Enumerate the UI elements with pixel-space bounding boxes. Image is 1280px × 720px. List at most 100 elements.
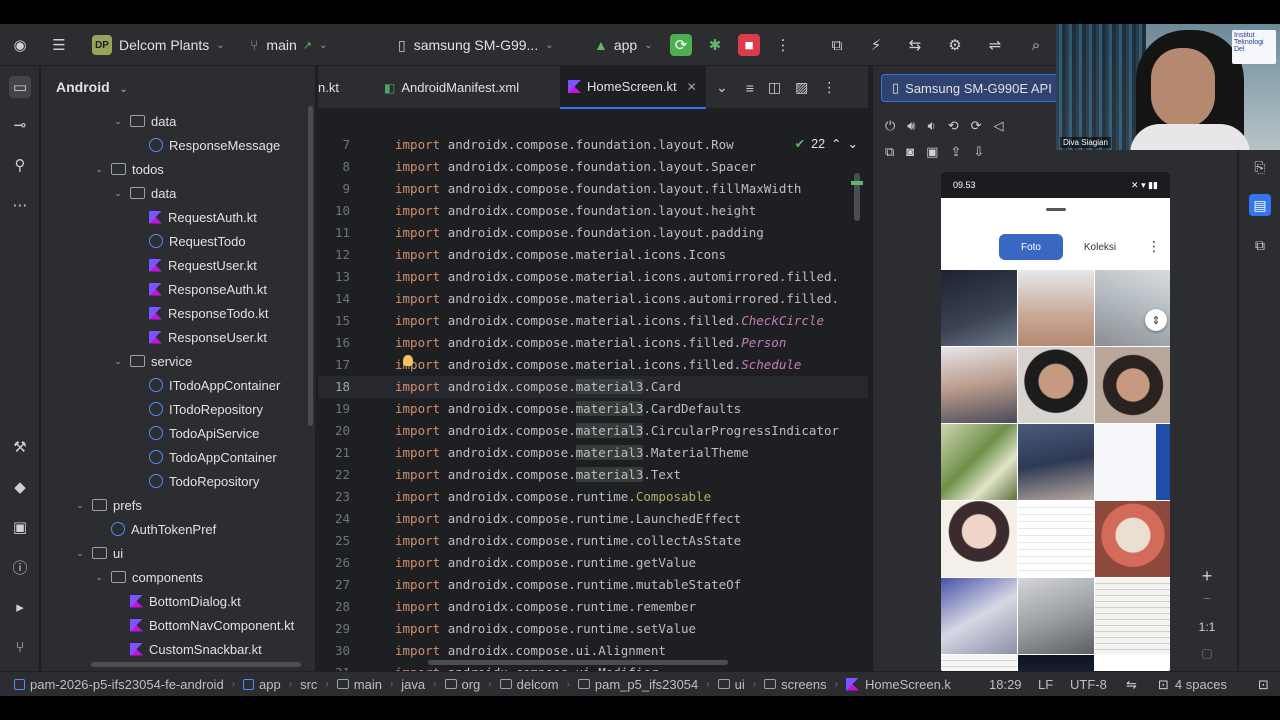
tree-file[interactable]: ResponseMessage [41, 133, 315, 157]
sdk-manager-icon[interactable]: ⇌ [984, 34, 1006, 56]
tree-file[interactable]: ResponseAuth.kt [41, 277, 315, 301]
code-line[interactable]: 8 import androidx.compose.foundation.layo… [318, 156, 868, 178]
code-line[interactable]: 12 import androidx.compose.material.icons… [318, 244, 868, 266]
zoom-in-button[interactable]: + [1195, 566, 1219, 587]
code-line[interactable]: 25 import androidx.compose.runtime.collec… [318, 530, 868, 552]
next-highlight-icon[interactable]: ⌄ [848, 136, 858, 151]
code-line[interactable]: 13 import androidx.compose.material.icons… [318, 266, 868, 288]
more-options-icon[interactable]: ⋮ [822, 79, 836, 96]
project-vertical-scrollbar[interactable] [308, 106, 313, 426]
caret-position[interactable]: 18:29 [989, 672, 1022, 696]
commit-icon[interactable]: ⊸ [9, 114, 31, 136]
project-tool-icon[interactable]: ▭ [9, 76, 31, 98]
breadcrumb-item[interactable]: main [336, 677, 382, 692]
device-selector[interactable]: ▯ samsung SM-G99... ⌄ [398, 24, 554, 66]
tab-foto[interactable]: Foto [999, 234, 1063, 260]
tab-android-manifest[interactable]: ◧ AndroidManifest.xml [380, 66, 558, 109]
branch-selector[interactable]: ⑂ main ↗ ⌄ [250, 24, 327, 66]
sync-icon[interactable]: ⇆ [904, 34, 926, 56]
code-line[interactable]: 30 import androidx.compose.ui.Alignment [318, 640, 868, 662]
expand-chevron-icon[interactable]: ⌄ [74, 548, 86, 559]
mirror-icon[interactable]: ⧉ [885, 144, 894, 160]
code-style-icon[interactable]: ⇋ [1126, 672, 1137, 696]
tree-file[interactable]: RequestAuth.kt [41, 205, 315, 229]
terminal-icon[interactable]: ▸ [9, 596, 31, 618]
tab-homescreen[interactable]: HomeScreen.kt ✕ [560, 66, 706, 109]
code-line[interactable]: 20 import androidx.compose.material3.Circ… [318, 420, 868, 442]
screen-record-icon[interactable]: ▣ [926, 144, 938, 160]
breadcrumb-item[interactable]: pam_p5_ifs23054 [577, 677, 698, 692]
editor-horizontal-scrollbar[interactable] [428, 660, 728, 665]
code-line[interactable]: 21 import androidx.compose.material3.Mate… [318, 442, 868, 464]
more-tools-icon[interactable]: ⋯ [9, 194, 31, 216]
photo-thumbnail[interactable] [1095, 655, 1170, 671]
android-studio-logo-icon[interactable]: ◉ [9, 34, 31, 56]
photo-thumbnail[interactable] [941, 578, 1017, 654]
profiler-icon[interactable]: ⚡ [865, 34, 887, 56]
tree-file[interactable]: TodoRepository [41, 469, 315, 493]
line-separator[interactable]: LF [1038, 672, 1053, 696]
photo-thumbnail[interactable] [1018, 578, 1094, 654]
inspection-widget[interactable]: ✔ 22 ⌃ ⌄ [795, 136, 858, 152]
indent-setting[interactable]: ⊡ 4 spaces [1158, 672, 1227, 696]
photo-thumbnail[interactable] [941, 347, 1017, 423]
photo-thumbnail[interactable] [1095, 270, 1170, 346]
more-actions-icon[interactable]: ⋮ [772, 34, 794, 56]
memory-indicator-icon[interactable]: ⊡ [1258, 672, 1269, 696]
device-mirror-icon[interactable]: ⧉ [1249, 234, 1271, 256]
recent-files-chevron-icon[interactable]: ⌄ [716, 79, 728, 96]
zoom-out-button[interactable]: − [1195, 590, 1219, 606]
problems-icon[interactable]: ⓘ [9, 556, 31, 578]
volume-down-icon[interactable]: 🔉︎ [928, 118, 936, 134]
photo-thumbnail[interactable] [1018, 655, 1094, 671]
breadcrumb-item[interactable]: HomeScreen.k [845, 677, 951, 692]
breadcrumb-item[interactable]: java [401, 677, 425, 692]
code-line[interactable]: 18 import androidx.compose.material3.Card [318, 376, 868, 398]
code-line[interactable]: 16 import androidx.compose.material.icons… [318, 332, 868, 354]
project-horizontal-scrollbar[interactable] [91, 662, 301, 667]
photo-thumbnail[interactable] [1095, 424, 1170, 500]
back-icon[interactable]: ◁ [994, 118, 1004, 134]
expand-chevron-icon[interactable]: ⌄ [112, 356, 124, 367]
phone-screen[interactable]: 09.53 ✕ ▾ ▮▮ Foto Koleksi ⋮ ⇕ [941, 172, 1170, 671]
more-options-icon[interactable]: ⋮ [1147, 238, 1161, 255]
tree-file[interactable]: BottomDialog.kt [41, 589, 315, 613]
code-line[interactable]: 28 import androidx.compose.runtime.rememb… [318, 596, 868, 618]
tree-file[interactable]: BottomNavComponent.kt [41, 613, 315, 637]
expand-chevron-icon[interactable]: ⌄ [112, 188, 124, 199]
photo-thumbnail[interactable] [1018, 347, 1094, 423]
breadcrumb-item[interactable]: org [444, 677, 480, 692]
code-line[interactable]: 17 import androidx.compose.material.icons… [318, 354, 868, 376]
code-line[interactable]: 10 import androidx.compose.foundation.lay… [318, 200, 868, 222]
tree-file[interactable]: ITodoAppContainer [41, 373, 315, 397]
code-line[interactable]: 11 import androidx.compose.foundation.lay… [318, 222, 868, 244]
tab-koleksi[interactable]: Koleksi [1073, 234, 1127, 260]
code-line[interactable]: 27 import androidx.compose.runtime.mutabl… [318, 574, 868, 596]
apply-changes-button[interactable]: ⟳ [670, 34, 692, 56]
tree-folder[interactable]: ⌄ components [41, 565, 315, 589]
main-menu-icon[interactable]: ☰ [48, 34, 70, 56]
run-config-selector[interactable]: ▲ app ⌄ [594, 24, 653, 66]
rotate-left-icon[interactable]: ⟲ [948, 118, 959, 134]
code-line[interactable]: 15 import androidx.compose.material.icons… [318, 310, 868, 332]
device-tab[interactable]: ▯ Samsung SM-G990E API [881, 74, 1081, 102]
tab-mainactivity[interactable]: n.kt [318, 66, 378, 109]
photo-thumbnail[interactable] [941, 424, 1017, 500]
expand-chevron-icon[interactable]: ⌄ [93, 572, 105, 583]
previous-highlight-icon[interactable]: ⌃ [831, 136, 841, 151]
logcat-icon[interactable]: ▣ [9, 516, 31, 538]
tree-folder[interactable]: ⌄ service [41, 349, 315, 373]
code-line[interactable]: 9 import androidx.compose.foundation.layo… [318, 178, 868, 200]
code-editor[interactable]: ✔ 22 ⌃ ⌄ 7 import androidx.compose.founda… [318, 109, 868, 671]
build-icon[interactable]: ⚒ [9, 436, 31, 458]
share-icon[interactable]: ⇪ [950, 144, 961, 160]
expand-chevron-icon[interactable]: ⌄ [112, 116, 124, 127]
photo-thumbnail[interactable] [1095, 578, 1170, 654]
code-line[interactable]: 7 import androidx.compose.foundation.layo… [318, 134, 868, 156]
tree-folder[interactable]: ⌄ data [41, 109, 315, 133]
breadcrumb-item[interactable]: app [243, 677, 281, 692]
volume-up-icon[interactable]: 🔊︎ [907, 118, 915, 134]
breadcrumb-item[interactable]: screens [764, 677, 827, 692]
drag-handle[interactable] [1046, 208, 1066, 211]
tree-file[interactable]: RequestUser.kt [41, 253, 315, 277]
